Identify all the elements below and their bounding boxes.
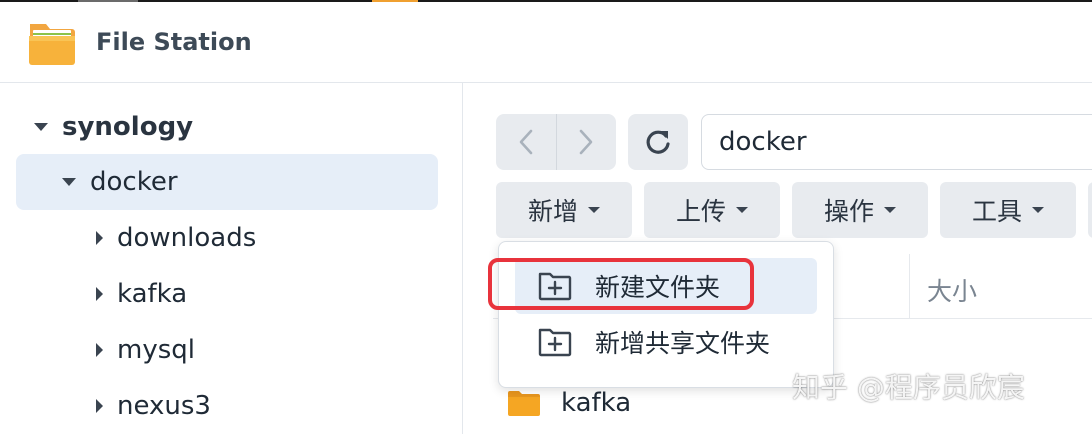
dropdown-arrow-icon [884, 207, 896, 213]
file-station-window: File Station synology docker downloads k… [0, 0, 1092, 434]
history-nav-group [496, 114, 616, 170]
caret-right-icon[interactable] [96, 231, 103, 245]
tree-item-mysql[interactable]: mysql [96, 322, 436, 378]
tree-item-label: kafka [117, 279, 188, 309]
menu-item-create-folder[interactable]: 新建文件夹 [515, 258, 817, 314]
action-button-label: 操作 [823, 197, 874, 226]
tree-root-label: synology [62, 112, 194, 142]
action-button[interactable]: 操作 [792, 182, 928, 238]
tree-item-docker[interactable]: docker [16, 154, 438, 210]
create-button[interactable]: 新增 [496, 182, 632, 238]
menu-item-label: 新增共享文件夹 [595, 329, 771, 358]
sidebar-tree: synology docker downloads kafka mysql ne… [0, 83, 463, 434]
caret-right-icon[interactable] [96, 287, 103, 301]
new-folder-icon [538, 328, 572, 357]
tree-item-label: downloads [117, 223, 257, 253]
upload-button-label: 上传 [675, 197, 726, 226]
refresh-button[interactable] [628, 114, 688, 170]
folder-app-icon [29, 24, 75, 65]
more-toolbar-button[interactable] [1088, 182, 1092, 238]
refresh-icon [646, 130, 670, 154]
back-button[interactable] [496, 114, 556, 170]
path-field[interactable]: docker [701, 114, 1092, 170]
menu-item-create-shared-folder[interactable]: 新增共享文件夹 [515, 314, 817, 370]
chevron-left-icon [519, 129, 533, 155]
tools-button-label: 工具 [971, 197, 1022, 226]
create-dropdown-menu: 新建文件夹 新增共享文件夹 [498, 241, 834, 388]
tree-root-synology[interactable]: synology [34, 99, 434, 155]
caret-right-icon[interactable] [96, 343, 103, 357]
column-divider [909, 254, 910, 318]
watermark: 知乎 @程序员欣宸 [792, 371, 1025, 404]
dropdown-arrow-icon [1032, 207, 1044, 213]
chevron-right-icon [579, 129, 593, 155]
column-header-size[interactable]: 大小 [927, 272, 977, 308]
tree-item-label: docker [90, 167, 178, 197]
new-folder-icon [538, 272, 572, 301]
menu-item-label: 新建文件夹 [595, 273, 721, 302]
folder-icon [508, 391, 540, 416]
tree-item-nexus3[interactable]: nexus3 [96, 378, 436, 434]
tree-item-downloads[interactable]: downloads [96, 210, 436, 266]
tree-item-label: nexus3 [117, 391, 211, 421]
caret-down-icon[interactable] [34, 123, 48, 131]
tools-button[interactable]: 工具 [940, 182, 1076, 238]
path-text: docker [719, 127, 807, 157]
app-title: File Station [96, 28, 252, 56]
create-button-label: 新增 [527, 197, 578, 226]
forward-button[interactable] [555, 114, 617, 170]
caret-right-icon[interactable] [96, 399, 103, 413]
tree-item-kafka[interactable]: kafka [96, 266, 436, 322]
dropdown-arrow-icon [588, 207, 600, 213]
title-bar: File Station [0, 2, 1092, 83]
tree-item-label: mysql [117, 335, 195, 365]
caret-down-icon[interactable] [62, 178, 76, 186]
upload-button[interactable]: 上传 [644, 182, 780, 238]
file-name: kafka [561, 388, 632, 418]
dropdown-arrow-icon [736, 207, 748, 213]
